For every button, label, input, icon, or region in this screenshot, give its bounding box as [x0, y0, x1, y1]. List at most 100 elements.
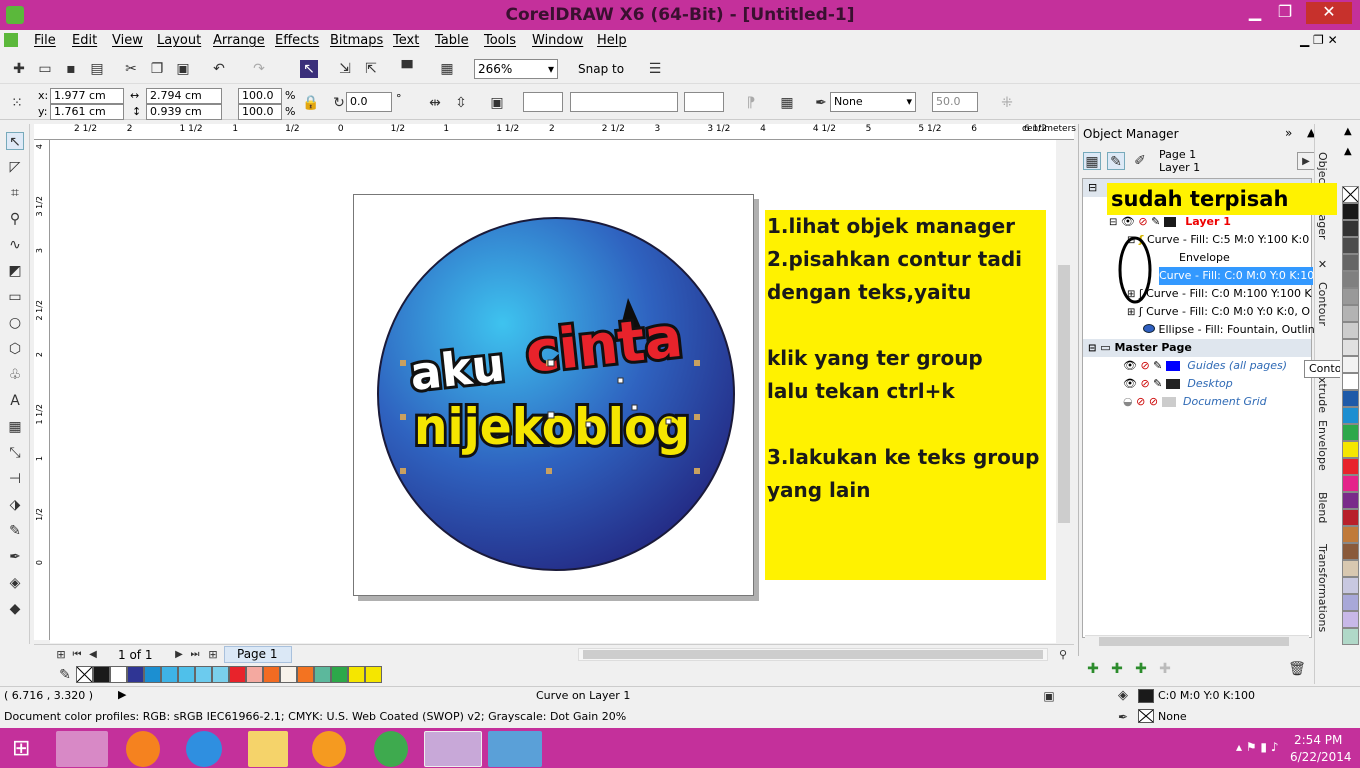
tab-contour[interactable]: Contour [1316, 282, 1329, 326]
scale-y-field[interactable]: 100.0 [238, 104, 282, 120]
swatch-pink[interactable] [246, 666, 263, 683]
doc-window-controls[interactable]: ▁ ❐ ✕ [1300, 33, 1338, 47]
swatch-light-cyan[interactable] [195, 666, 212, 683]
show-properties-icon[interactable]: ▦ [1083, 152, 1101, 170]
dimension-tool-icon[interactable]: ⤡ [6, 444, 24, 462]
welcome-screen-icon[interactable]: ▦ [438, 60, 456, 78]
palette-periwinkle[interactable] [1342, 594, 1359, 611]
edit-across-layers-icon[interactable]: ✎ [1107, 152, 1125, 170]
start-windows-icon[interactable]: ⊞ [12, 736, 30, 761]
menu-table[interactable]: Table [435, 33, 469, 48]
swatch-yellow[interactable] [348, 666, 365, 683]
swatch-dark-orange[interactable] [297, 666, 314, 683]
vertical-ruler[interactable]: 4 3 1/2 3 2 1/2 2 1 1/2 1 1/2 0 [34, 140, 50, 640]
palette-gray-90[interactable] [1342, 220, 1359, 237]
smart-fill-icon[interactable]: ◩ [6, 262, 24, 280]
object-row-white-curve[interactable]: ⊞ ʃ Curve - Fill: C:0 M:0 Y:0 K:0, O [1127, 303, 1310, 321]
maximize-button[interactable]: ❐ [1270, 2, 1300, 24]
palette-gray-20[interactable] [1342, 339, 1359, 356]
options-icon[interactable]: ☰ [646, 60, 664, 78]
master-row-grid[interactable]: ◒ ⊘ ⊘ Document Grid [1123, 393, 1267, 411]
undo-icon[interactable]: ↶ [210, 60, 228, 78]
palette-brown[interactable] [1342, 543, 1359, 560]
new-layer-icon[interactable]: ✚ [1084, 660, 1102, 678]
eyedropper-palette-icon[interactable]: ✎ [56, 666, 74, 684]
outline-color-swatch[interactable] [1138, 709, 1154, 723]
text-tool-icon[interactable]: A [6, 392, 24, 410]
palette-green[interactable] [1342, 424, 1359, 441]
y-position-field[interactable]: 1.761 cm [50, 104, 124, 120]
palette-mint[interactable] [1342, 628, 1359, 645]
color-profile-info[interactable]: Document color profiles: RGB: sRGB IEC61… [4, 710, 626, 723]
fill-color-swatch[interactable] [1138, 689, 1154, 703]
lock-ratio-icon[interactable]: 🔒 [302, 94, 320, 112]
eyedropper-tool-icon[interactable]: ✎ [6, 522, 24, 540]
miter-limit-field[interactable]: 50.0 [932, 92, 978, 112]
snapshot-icon[interactable]: ▣ [1040, 687, 1058, 705]
horizontal-scrollbar[interactable] [578, 648, 1048, 661]
menu-window[interactable]: Window [532, 33, 583, 48]
artwork[interactable]: aku cinta nijekoblog [370, 212, 740, 582]
close-button[interactable]: ✕ [1306, 2, 1352, 24]
menu-edit[interactable]: Edit [72, 33, 97, 48]
paste-icon[interactable]: ▣ [174, 60, 192, 78]
new-master-layer-icon[interactable]: ✚ [1108, 660, 1126, 678]
shape-tool-icon[interactable]: ◸ [6, 158, 24, 176]
palette-purple[interactable] [1342, 492, 1359, 509]
taskbar-chrome-icon[interactable] [374, 731, 408, 767]
palette-gray-40[interactable] [1342, 305, 1359, 322]
instruction-note[interactable]: 1.lihat objek manager 2.pisahkan contur … [765, 210, 1046, 580]
palette-menu-icon[interactable]: ▲ [1344, 146, 1352, 157]
page-tab[interactable]: Page 1 [224, 646, 292, 663]
swatch-green[interactable] [331, 666, 348, 683]
width-field[interactable]: 2.794 cm [146, 88, 222, 104]
clock-date[interactable]: 6/22/2014 [1290, 750, 1352, 764]
palette-gray-30[interactable] [1342, 322, 1359, 339]
menu-effects[interactable]: Effects [275, 33, 319, 48]
taskbar-photos-icon[interactable] [488, 731, 542, 767]
swatch-red[interactable] [229, 666, 246, 683]
swatch-white[interactable] [110, 666, 127, 683]
master-page-row[interactable]: ⊟ ▭ Master Page [1088, 339, 1192, 357]
docker-hscroll-thumb[interactable] [1099, 637, 1289, 646]
object-row-yellow-curve[interactable]: ⊟ ʃ Curve - Fill: C:5 M:0 Y:100 K:0 [1127, 231, 1309, 249]
minimize-button[interactable]: ▁ [1240, 2, 1270, 24]
tray-icons[interactable]: ▴ ⚑ ▮ ♪ [1236, 740, 1279, 754]
swatch-navy[interactable] [127, 666, 144, 683]
import-icon[interactable]: ⇲ [336, 60, 354, 78]
taskbar-explorer-icon[interactable] [248, 731, 288, 767]
layer-manager-view-icon[interactable]: ✐ [1131, 152, 1149, 170]
wrap-text-icon[interactable]: ▣ [488, 94, 506, 112]
basic-shapes-icon[interactable]: ♧ [6, 366, 24, 384]
new-master-layer-odd-icon[interactable]: ✚ [1156, 660, 1174, 678]
taskbar-paint-icon[interactable] [56, 731, 108, 767]
tab-envelope[interactable]: Envelope [1316, 420, 1329, 471]
mirror-vertical-icon[interactable]: ⇳ [452, 94, 470, 112]
taskbar-ie-icon[interactable] [186, 731, 222, 767]
fill-tool-icon[interactable]: ◈ [6, 574, 24, 592]
new-master-layer-all-icon[interactable]: ✚ [1132, 660, 1150, 678]
table-tool-icon[interactable]: ▦ [6, 418, 24, 436]
palette-lavender[interactable] [1342, 577, 1359, 594]
swatch-teal[interactable] [314, 666, 331, 683]
horizontal-scroll-thumb[interactable] [583, 650, 1043, 659]
object-row-ellipse[interactable]: Ellipse - Fill: Fountain, Outline [1143, 321, 1321, 339]
palette-gray-60[interactable] [1342, 271, 1359, 288]
outline-width-select[interactable]: None ▾ [830, 92, 916, 112]
palette-no-color[interactable] [1342, 186, 1359, 203]
menu-bitmaps[interactable]: Bitmaps [330, 33, 383, 48]
align-icon[interactable]: ▦ [778, 94, 796, 112]
menu-text[interactable]: Text [393, 33, 419, 48]
docker-menu-icon[interactable]: ▶ [1297, 152, 1315, 170]
object-origin-icon[interactable]: ⁙ [8, 94, 26, 112]
rectangle-tool-icon[interactable]: ▭ [6, 288, 24, 306]
mirror-horizontal-icon[interactable]: ⇹ [426, 94, 444, 112]
x-position-field[interactable]: 1.977 cm [50, 88, 124, 104]
copy-icon[interactable]: ❐ [148, 60, 166, 78]
zoom-level-select[interactable]: 266% ▾ [474, 59, 558, 79]
polygon-tool-icon[interactable]: ⬡ [6, 340, 24, 358]
export-icon[interactable]: ⇱ [362, 60, 380, 78]
swatch-cream[interactable] [280, 666, 297, 683]
object-row-red-curve[interactable]: ⊞ ʃ Curve - Fill: C:0 M:100 Y:100 K [1127, 285, 1312, 303]
swatch-blue[interactable] [144, 666, 161, 683]
